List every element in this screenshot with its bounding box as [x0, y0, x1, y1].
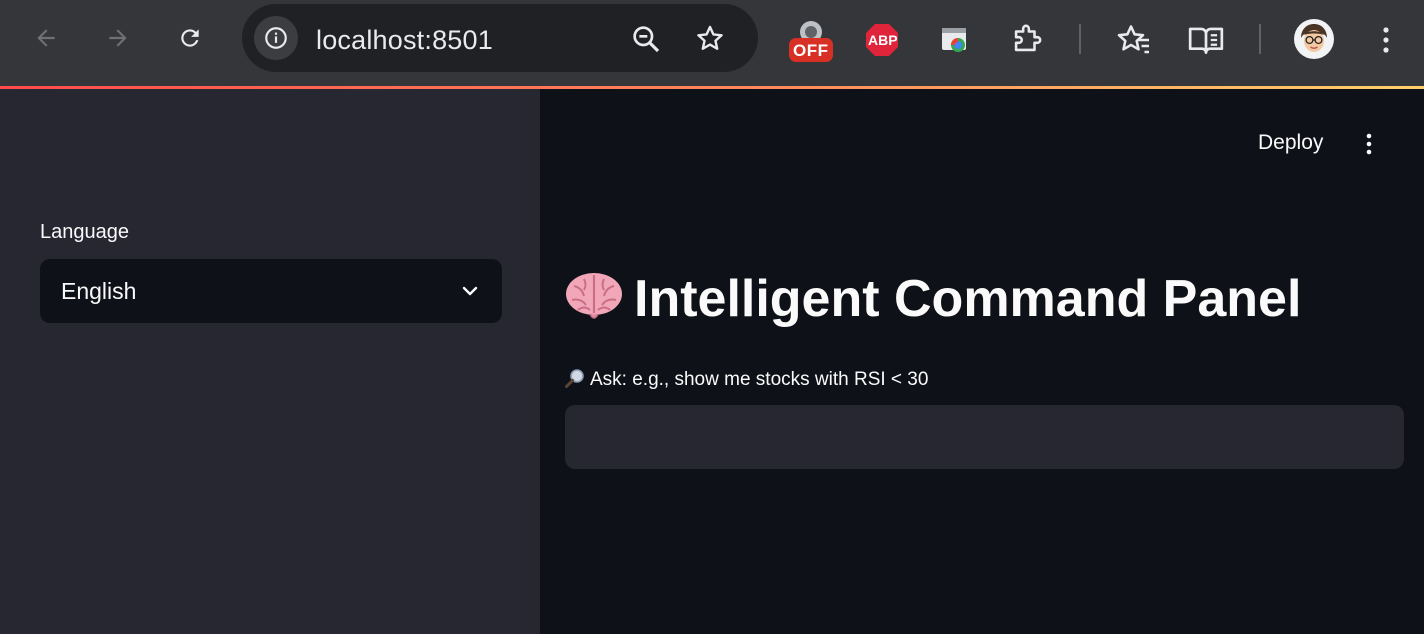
adblock-extension-button[interactable]: ABP	[862, 20, 902, 60]
brain-icon	[566, 273, 622, 319]
page-title-text: Intelligent Command Panel	[634, 270, 1302, 328]
language-select[interactable]: English	[40, 259, 502, 323]
ask-field-label-text: Ask: e.g., show me stocks with RSI < 30	[590, 369, 929, 390]
back-button[interactable]	[28, 20, 64, 56]
deploy-button[interactable]: Deploy	[1258, 131, 1323, 155]
off-badge: OFF	[793, 41, 829, 60]
language-select-value: English	[61, 278, 137, 304]
info-icon	[265, 27, 287, 49]
url-text: localhost:8501	[316, 25, 493, 55]
puzzle-piece-icon	[1014, 24, 1042, 52]
toolbar-separator	[1079, 24, 1081, 54]
reload-button[interactable]	[172, 20, 208, 56]
main-menu-icon[interactable]	[1358, 131, 1380, 157]
language-label: Language	[40, 221, 129, 243]
reload-icon	[181, 29, 199, 47]
window-capture-icon	[942, 28, 966, 52]
browser-menu-button[interactable]	[1366, 20, 1406, 60]
site-info-button[interactable]	[254, 16, 298, 60]
ask-field-label: Ask: e.g., show me stocks with RSI < 30	[564, 367, 928, 391]
toolbar-separator	[1259, 24, 1261, 54]
bookmarks-button[interactable]	[1114, 20, 1154, 60]
extension-off-toggle[interactable]: OFF	[788, 18, 834, 64]
starred-bookmarks-icon	[1117, 25, 1149, 54]
reading-list-button[interactable]	[1186, 20, 1226, 60]
zoom-out-icon[interactable]	[630, 23, 662, 55]
forward-button[interactable]	[100, 20, 136, 56]
screen-capture-extension-button[interactable]	[934, 20, 974, 60]
page-title: Intelligent Command Panel	[564, 269, 1301, 329]
avatar	[1294, 19, 1334, 59]
vertical-dots-icon	[1383, 27, 1389, 53]
magnifying-glass-icon	[565, 369, 584, 388]
sidebar: Language English	[0, 89, 540, 634]
arrow-right-icon	[109, 29, 127, 47]
extensions-menu-button[interactable]	[1006, 20, 1046, 60]
arrow-left-icon	[37, 29, 55, 47]
profile-avatar-button[interactable]	[1293, 18, 1335, 60]
browser-toolbar: localhost:8501 OFF ABP	[0, 0, 1424, 86]
main-content: Deploy Intelligent Command Panel Ask: e.…	[540, 89, 1424, 634]
bookmark-star-icon[interactable]	[694, 23, 726, 55]
ask-input[interactable]	[565, 405, 1404, 469]
chevron-down-icon	[462, 286, 478, 296]
abp-badge: ABP	[868, 32, 898, 48]
address-bar[interactable]: localhost:8501	[242, 4, 758, 72]
open-book-icon	[1188, 27, 1224, 55]
